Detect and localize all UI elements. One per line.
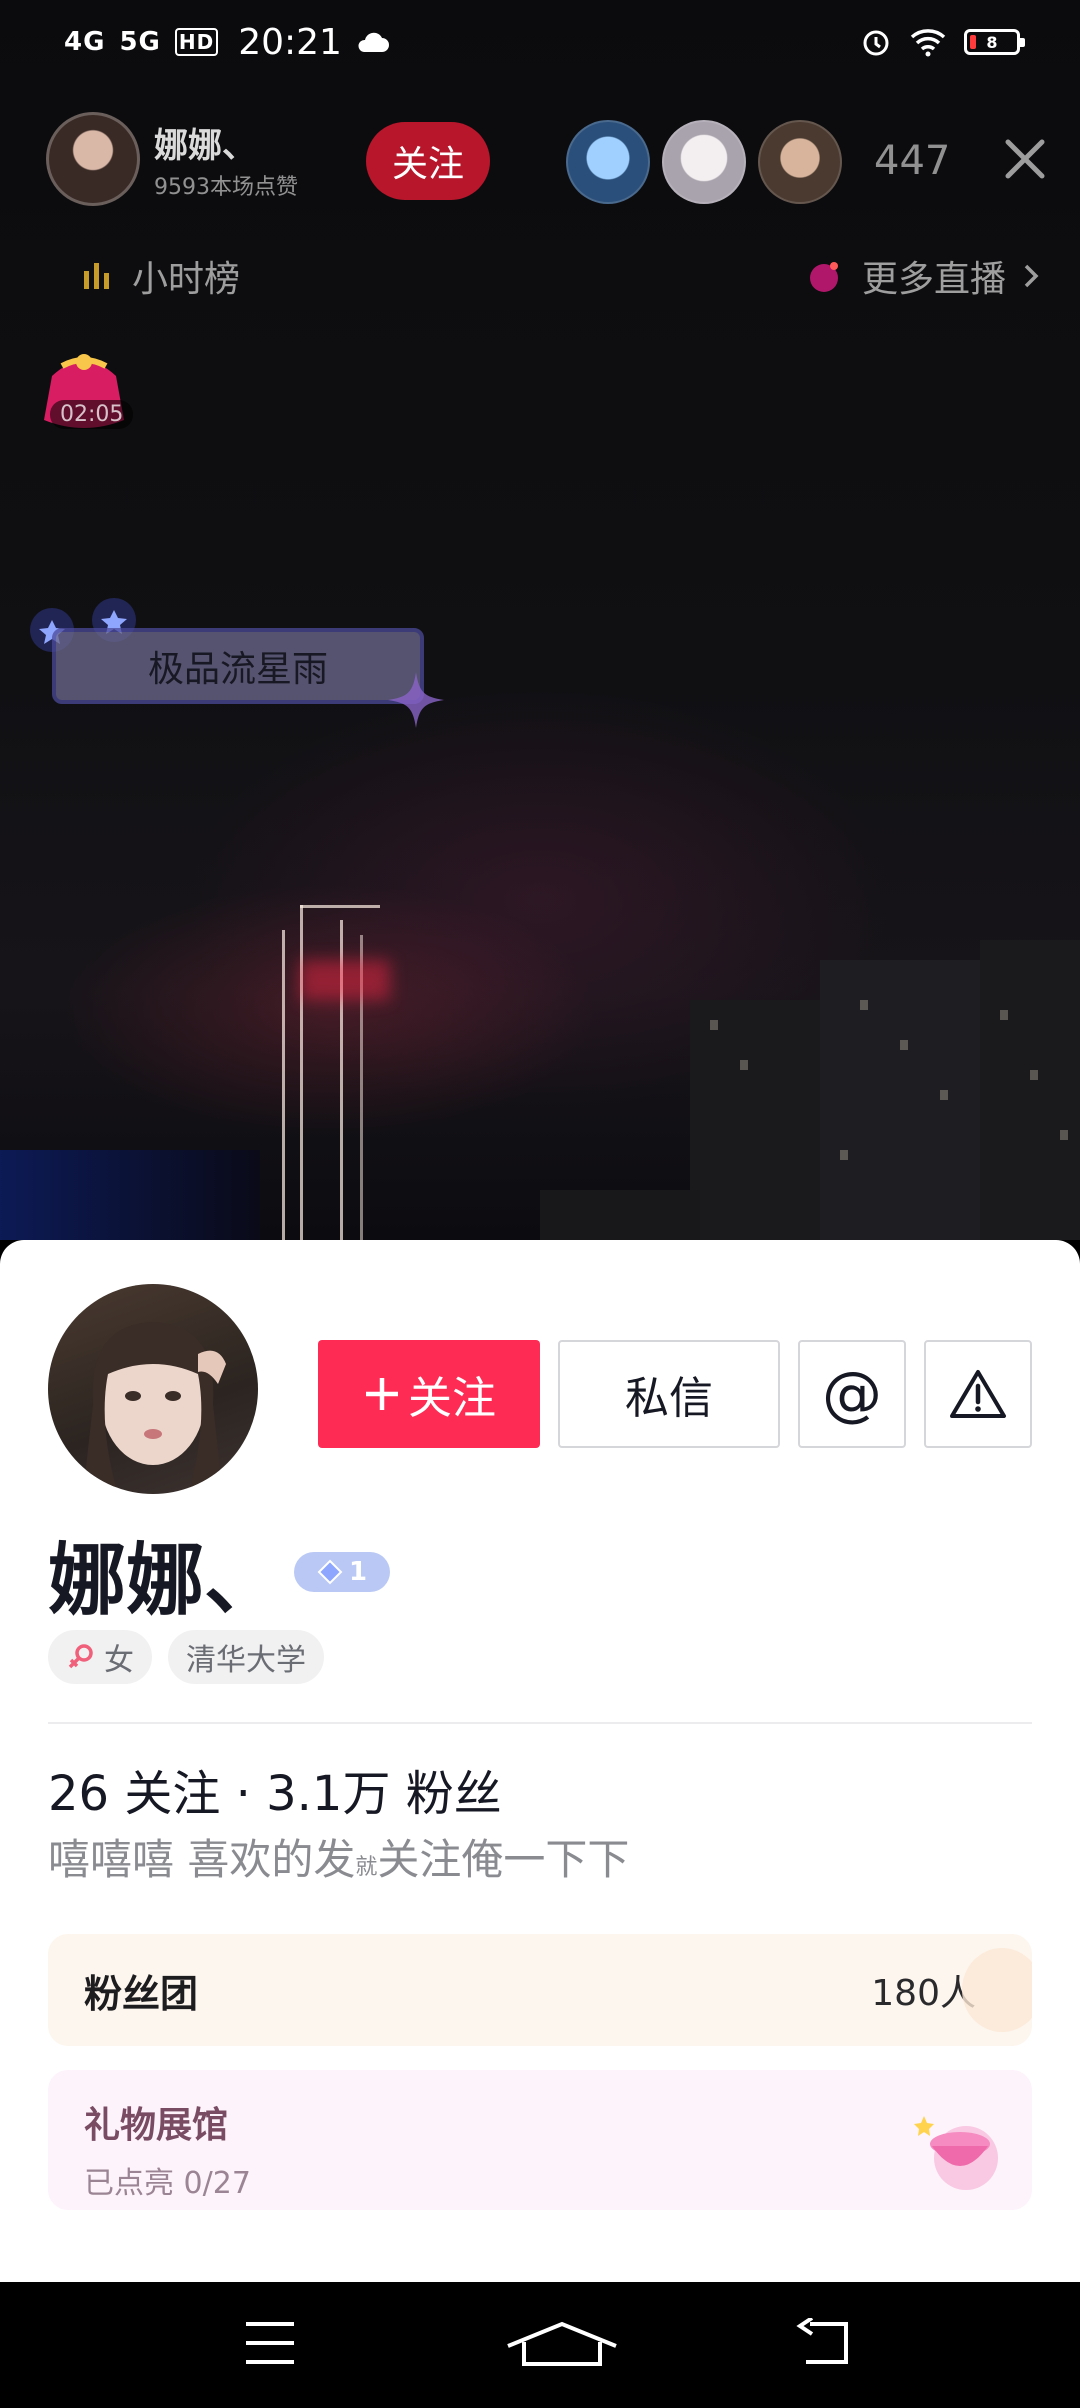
sparkle-decoration: [388, 672, 444, 728]
hour-rank-button[interactable]: 小时榜: [80, 250, 240, 302]
fan-club-title: 粉丝团: [84, 1971, 199, 2016]
fan-club-badge-decoration: [962, 1948, 1032, 2032]
viewer-count[interactable]: 447: [874, 138, 950, 184]
close-icon[interactable]: [1000, 134, 1050, 184]
clock: 20:21: [238, 21, 342, 63]
bio-text-small: 就: [355, 1855, 378, 1880]
back-icon[interactable]: [796, 2318, 850, 2368]
network-4g-indicator: 4G: [64, 27, 106, 57]
gift-bowl-icon: [914, 2116, 998, 2190]
avatar-portrait: [83, 1322, 226, 1494]
tower-light: [300, 905, 303, 1240]
cloud-icon: [358, 32, 389, 52]
wifi-icon: [910, 29, 946, 57]
female-icon: [68, 1644, 93, 1669]
top-viewers[interactable]: [566, 120, 854, 204]
status-bar: 4G 5G HD 20:21 8: [0, 0, 1080, 84]
top-follow-button[interactable]: 关注: [366, 122, 490, 200]
mention-button[interactable]: @: [798, 1340, 906, 1448]
fan-club-card[interactable]: 粉丝团 180人: [48, 1934, 1032, 2046]
chevron-right-icon: [1024, 264, 1039, 288]
profile-avatar[interactable]: [48, 1284, 258, 1494]
viewer-avatar[interactable]: [566, 120, 650, 204]
tower-light: [282, 930, 285, 1240]
gift-gallery-progress: 已点亮 0/27: [84, 2166, 251, 2201]
gift-gallery-card[interactable]: 礼物展馆 已点亮 0/27: [48, 2070, 1032, 2210]
gift-gallery-title: 礼物展馆: [84, 2105, 229, 2146]
building: [0, 1150, 260, 1240]
live-orb-icon: [809, 262, 838, 292]
building: [980, 940, 1080, 1240]
hour-rank-label: 小时榜: [132, 259, 241, 300]
bar-chart-icon: [84, 263, 109, 289]
system-nav-bar: [0, 2282, 1080, 2408]
follow-button-label: 关注: [408, 1373, 496, 1424]
report-button[interactable]: [924, 1340, 1032, 1448]
battery-level: 8: [986, 32, 998, 52]
bio-text-1: 嘻嘻嘻 喜欢的发: [48, 1835, 356, 1884]
viewer-avatar[interactable]: [662, 120, 746, 204]
level-badge[interactable]: 1: [294, 1552, 390, 1592]
tower-light: [300, 905, 380, 908]
host-info-pill[interactable]: 娜娜、 9593本场点赞: [46, 112, 298, 206]
profile-card-sheet: 关注 私信 @ 娜娜、 1 女 清华大学 26 关注 · 3.1万 粉丝 嘻嘻嘻…: [0, 1240, 1080, 2282]
gender-label: 女: [104, 1643, 134, 1678]
hd-indicator: HD: [174, 28, 219, 56]
viewer-avatar[interactable]: [758, 120, 842, 204]
follow-button[interactable]: 关注: [318, 1340, 540, 1448]
home-icon[interactable]: [504, 2320, 620, 2368]
building: [820, 960, 990, 1240]
level-number: 1: [348, 1557, 368, 1587]
gender-tag: 女: [48, 1630, 152, 1684]
follow-stats[interactable]: 26 关注 · 3.1万 粉丝: [48, 1754, 502, 1824]
host-name: 娜娜、: [154, 125, 256, 166]
diamond-icon: [317, 1559, 343, 1585]
profile-name: 娜娜、: [48, 1536, 283, 1626]
meteor-shower-banner[interactable]: 极品流星雨: [52, 628, 424, 704]
building: [540, 1190, 700, 1240]
alarm-icon: [863, 30, 889, 56]
host-likes: 9593本场点赞: [154, 174, 298, 200]
battery-icon: 8: [964, 29, 1025, 55]
tower-glow: [300, 960, 390, 1000]
fan-club-count: 180人: [871, 1973, 976, 2014]
host-avatar[interactable]: [46, 112, 140, 206]
plus-icon: [366, 1378, 398, 1410]
divider: [48, 1722, 1032, 1724]
lucky-bag-timer: 02:05: [50, 400, 134, 429]
more-live-label: 更多直播: [861, 259, 1006, 300]
bio-text-2: 关注俺一下下: [377, 1835, 630, 1884]
menu-icon[interactable]: [244, 2320, 296, 2366]
school-tag: 清华大学: [168, 1630, 324, 1684]
building: [690, 1000, 840, 1240]
network-5g-indicator: 5G: [119, 27, 161, 57]
profile-bio: 嘻嘻嘻 喜欢的发就关注俺一下下: [48, 1826, 629, 1887]
warning-icon: [950, 1370, 1006, 1418]
more-live-button[interactable]: 更多直播: [804, 250, 1044, 302]
private-message-button[interactable]: 私信: [558, 1340, 780, 1448]
